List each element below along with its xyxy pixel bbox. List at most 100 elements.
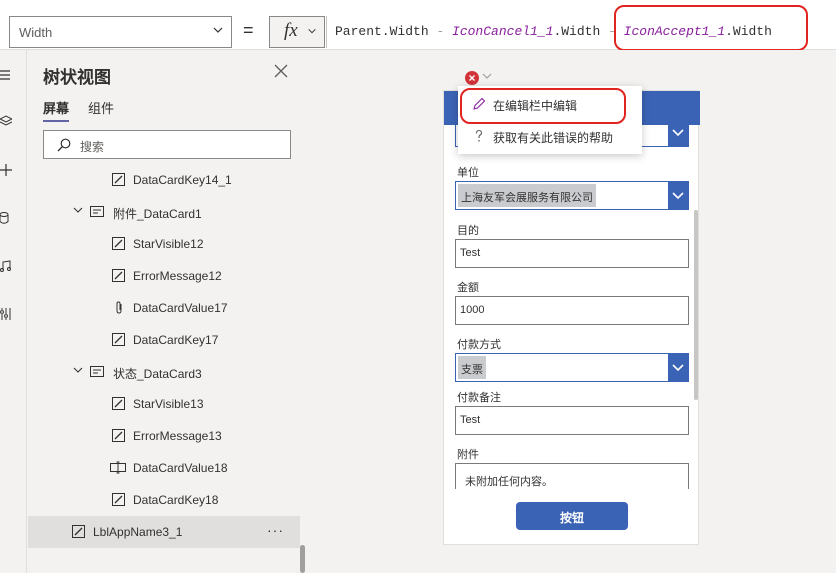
- edit-label-icon: [72, 525, 85, 538]
- purpose-label: 目的: [457, 225, 479, 237]
- media-icon[interactable]: [0, 260, 12, 272]
- menu-item-label: 获取有关此错误的帮助: [493, 131, 614, 145]
- tree-node-lblappname3-1[interactable]: LblAppName3_1 ···: [28, 516, 300, 548]
- unit-selected-chip: 上海友军会展服务有限公司: [458, 184, 596, 207]
- close-icon[interactable]: [274, 62, 288, 83]
- edit-label-icon: [112, 333, 125, 346]
- hamburger-icon[interactable]: [0, 69, 12, 81]
- submit-button[interactable]: 按钮: [516, 502, 628, 530]
- attachment-empty-text: 未附加任何内容。: [465, 476, 553, 488]
- tree-node-label: DataCardKey14_1: [133, 173, 232, 187]
- formula-token: -: [428, 24, 453, 39]
- tree-node-partial: [28, 150, 300, 164]
- payment-method-value: 支票: [461, 364, 483, 376]
- purpose-value: Test: [460, 247, 481, 259]
- payment-method-label: 付款方式: [457, 339, 501, 351]
- annotation-highlight-formula: [614, 5, 808, 51]
- unit-combo-box[interactable]: 上海友军会展服务有限公司: [455, 181, 689, 210]
- submit-button-label: 按钮: [559, 511, 584, 525]
- error-icon[interactable]: [465, 71, 479, 85]
- card-icon: [90, 365, 104, 378]
- annotation-highlight-menu: [460, 88, 626, 124]
- formula-token: .Width: [553, 24, 609, 39]
- property-dropdown[interactable]: Width: [9, 16, 232, 48]
- formula-token: IconCancel1_1: [452, 24, 554, 39]
- attachment-label: 附件: [457, 449, 479, 461]
- tree-node-datacardvalue17[interactable]: DataCardValue17: [28, 292, 300, 324]
- advanced-tools-icon[interactable]: [0, 308, 12, 320]
- tree-node-label: StarVisible12: [133, 237, 204, 251]
- help-icon: [472, 129, 486, 143]
- amount-label: 金额: [457, 282, 479, 294]
- tree-node-label: ErrorMessage12: [133, 269, 222, 283]
- tree-node-label: DataCardKey17: [133, 333, 219, 347]
- formula-bar: Width = fx Parent.Width - IconCancel1_1.…: [0, 5, 836, 51]
- tree-scrollbar[interactable]: [300, 545, 305, 573]
- tree-node-status-datacard3[interactable]: 状态_DataCard3: [28, 356, 300, 388]
- attachment-icon: [114, 301, 127, 314]
- equals-sign: =: [243, 20, 254, 40]
- tree-node-datacardkey17[interactable]: DataCardKey17: [28, 324, 300, 356]
- tab-screens[interactable]: 屏幕: [43, 98, 70, 122]
- design-canvas: 单位 上海友军会展服务有限公司 目的 Test 金额 1000 付款方式 支票: [308, 50, 836, 573]
- edit-label-icon: [112, 173, 125, 186]
- edit-form: 单位 上海友军会展服务有限公司 目的 Test 金额 1000 付款方式 支票: [444, 125, 700, 489]
- more-options-icon[interactable]: ···: [267, 522, 284, 538]
- tree-list: DataCardKey14_1 附件_DataCard1 StarVisible…: [28, 164, 308, 573]
- panel-title: 树状视图: [43, 68, 111, 87]
- tree-node-errormessage13[interactable]: ErrorMessage13: [28, 420, 300, 452]
- tree-node-datacardvalue18[interactable]: DataCardValue18: [28, 452, 300, 484]
- attachment-box[interactable]: 未附加任何内容。: [455, 463, 689, 489]
- chevron-down-icon[interactable]: [668, 354, 688, 381]
- database-icon[interactable]: [0, 212, 12, 224]
- chevron-down-icon[interactable]: [72, 204, 84, 216]
- layers-icon[interactable]: [0, 115, 14, 127]
- tree-node-label: LblAppName3_1: [93, 525, 183, 539]
- tree-node-label: 附件_DataCard1: [113, 207, 202, 221]
- payment-note-field[interactable]: Test: [455, 406, 689, 435]
- payment-method-selected-chip: 支票: [458, 356, 486, 379]
- payment-note-value: Test: [460, 414, 481, 426]
- unit-value: 上海友军会展服务有限公司: [461, 192, 593, 204]
- chevron-down-icon[interactable]: [668, 182, 688, 209]
- edit-label-icon: [112, 397, 125, 410]
- property-value: Width: [19, 25, 53, 40]
- edit-label-icon: [112, 429, 125, 442]
- tree-node-label: DataCardValue18: [133, 461, 228, 475]
- menu-item-get-help[interactable]: 获取有关此错误的帮助: [458, 120, 642, 152]
- fx-icon: fx: [284, 20, 298, 41]
- tree-node-starvisible13[interactable]: StarVisible13: [28, 388, 300, 420]
- amount-value: 1000: [460, 304, 485, 316]
- edit-label-icon: [112, 493, 125, 506]
- edit-label-icon: [112, 269, 125, 282]
- tree-view-panel: 树状视图 屏幕 组件 搜索 DataCardKey14_1 附件_DataCar…: [28, 50, 308, 573]
- chevron-down-icon: [212, 24, 224, 39]
- purpose-field[interactable]: Test: [455, 239, 689, 268]
- formula-token: Parent.Width: [335, 24, 429, 39]
- chevron-down-icon[interactable]: [668, 125, 688, 146]
- tree-node-errormessage12[interactable]: ErrorMessage12: [28, 260, 300, 292]
- chevron-down-icon[interactable]: [481, 70, 493, 85]
- tree-node-label: ErrorMessage13: [133, 429, 222, 443]
- payment-note-label: 付款备注: [457, 392, 501, 404]
- tab-components[interactable]: 组件: [88, 98, 114, 117]
- form-scrollbar[interactable]: [694, 210, 698, 400]
- card-icon: [90, 205, 104, 218]
- plus-icon[interactable]: [0, 164, 12, 176]
- tree-node-attachment-datacard1[interactable]: 附件_DataCard1: [28, 196, 300, 228]
- app-screen: 单位 上海友军会展服务有限公司 目的 Test 金额 1000 付款方式 支票: [443, 90, 700, 545]
- text-input-icon: [110, 461, 126, 474]
- left-rail: [0, 50, 27, 573]
- chevron-down-icon: [307, 26, 317, 39]
- payment-method-combo-box[interactable]: 支票: [455, 353, 689, 382]
- unit-label: 单位: [457, 167, 479, 179]
- function-button[interactable]: fx: [269, 16, 325, 48]
- tree-node-starvisible12[interactable]: StarVisible12: [28, 228, 300, 260]
- tree-node-label: 状态_DataCard3: [113, 367, 202, 381]
- amount-field[interactable]: 1000: [455, 296, 689, 325]
- tree-node-datacardkey14-1[interactable]: DataCardKey14_1: [28, 164, 300, 196]
- tree-node-datacardkey18[interactable]: DataCardKey18: [28, 484, 300, 516]
- chevron-down-icon[interactable]: [72, 364, 84, 376]
- tree-node-label: DataCardKey18: [133, 493, 219, 507]
- edit-label-icon: [112, 237, 125, 250]
